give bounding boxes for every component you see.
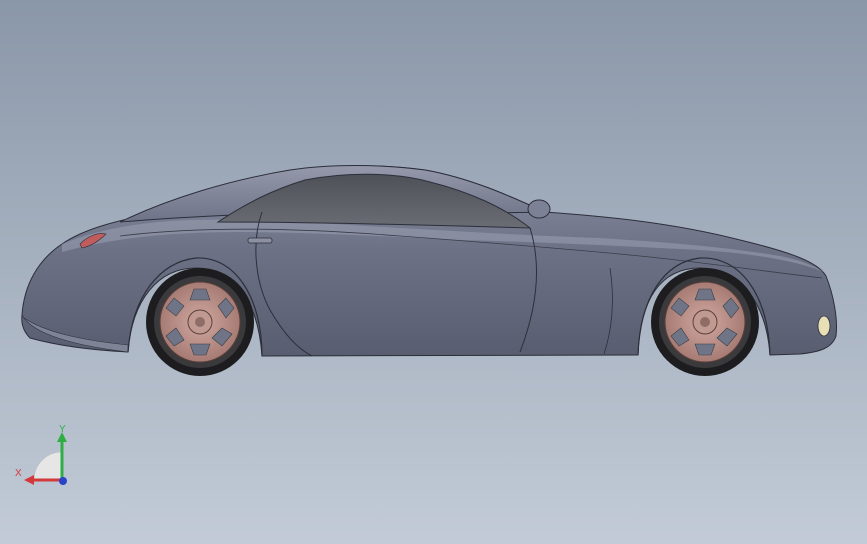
x-axis-label: X [15,468,22,479]
car-model[interactable] [0,0,867,544]
side-mirror [527,199,551,219]
tail-light [817,315,831,337]
graphics-viewport[interactable]: X Y [0,0,867,544]
triad-graphic [24,432,67,485]
door-handle[interactable] [247,237,273,244]
rear-wheel [651,268,759,376]
front-wheel [146,268,254,376]
y-axis-label: Y [59,424,66,435]
coordinate-triad[interactable]: X Y [12,424,76,490]
